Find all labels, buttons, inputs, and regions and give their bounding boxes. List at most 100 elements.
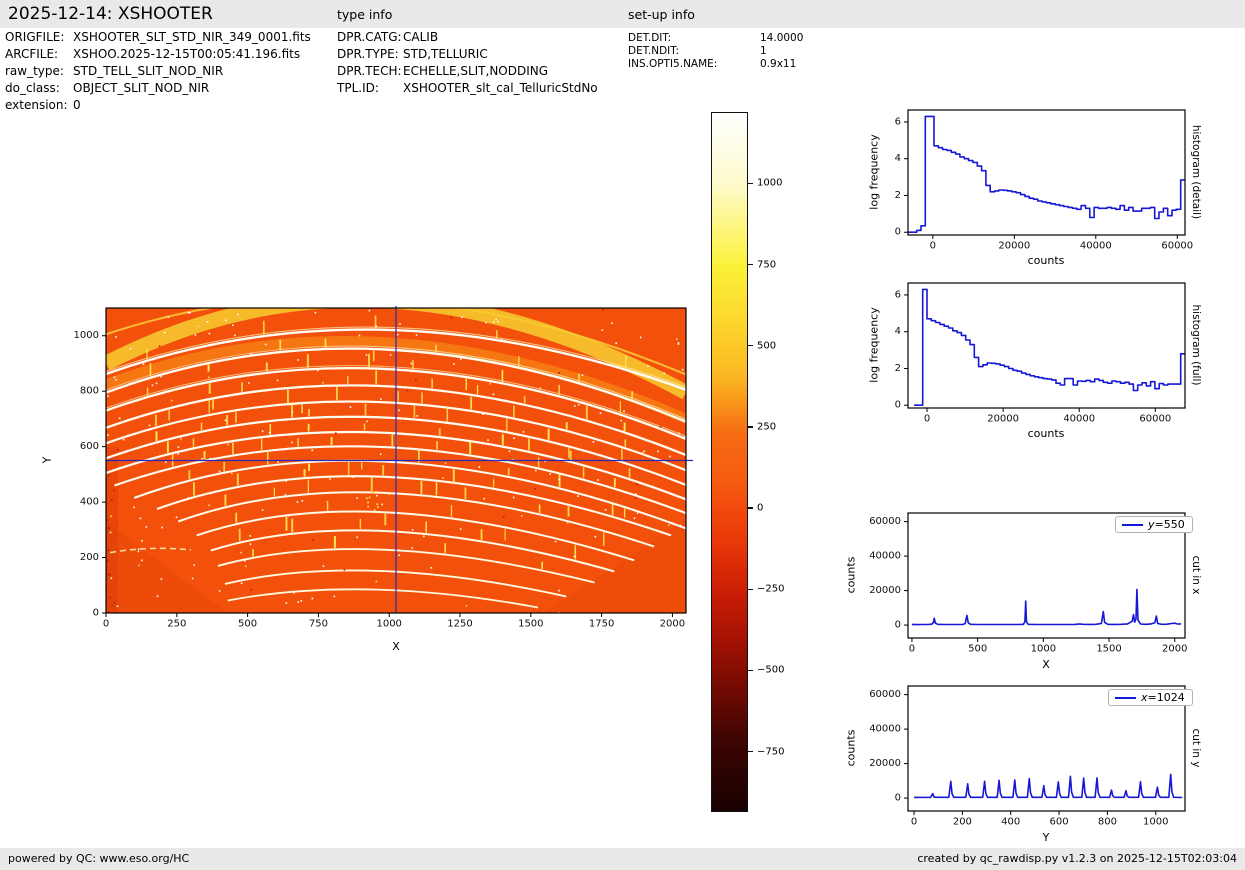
field-label: ORIGFILE: (5, 30, 65, 44)
field-value: 1 (760, 45, 767, 57)
field-label: DPR.TYPE: (337, 47, 399, 61)
field-value: XSHOO.2025-12-15T00:05:41.196.fits (73, 47, 301, 61)
svg-text:0: 0 (93, 608, 99, 619)
setup-info-row: DET.DIT: 14.0000 (628, 32, 803, 45)
field-label: DET.DIT: (628, 32, 672, 44)
colorbar-tick (748, 263, 753, 266)
histogram-full-plot: 0 20000 40000 60000 0 2 4 6 (895, 282, 1186, 424)
svg-text:1750: 1750 (589, 618, 614, 629)
svg-text:600: 600 (1050, 816, 1069, 827)
legend-label: y=550 (1148, 518, 1185, 531)
type-info-column: DPR.CATG:CALIB DPR.TYPE: STD,TELLURIC DPR… (337, 29, 598, 97)
field-value: 0.9x11 (760, 58, 797, 70)
hist-full-right-label: histogram (full) (1190, 304, 1202, 386)
colorbar (711, 112, 748, 812)
colorbar-tick-label: 1000 (757, 177, 783, 189)
svg-text:0: 0 (911, 816, 917, 827)
cut-y-x-label: Y (1042, 831, 1050, 844)
main-x-axis-label: X (392, 640, 400, 653)
type-info-row: DPR.CATG:CALIB (337, 29, 598, 46)
svg-text:6: 6 (895, 116, 901, 127)
svg-text:600: 600 (80, 441, 99, 452)
svg-text:0: 0 (895, 793, 901, 804)
svg-text:200: 200 (80, 552, 99, 563)
svg-text:40000: 40000 (869, 551, 901, 562)
svg-text:6: 6 (895, 289, 901, 300)
setup-info-column: DET.DIT: 14.0000 DET.NDIT: 1 INS.OPTI5.NAM… (628, 32, 803, 71)
setup-info-row: INS.OPTI5.NAME: 0.9x11 (628, 58, 803, 71)
field-value: ECHELLE,SLIT,NODDING (403, 64, 549, 78)
colorbar-tick (748, 345, 753, 347)
field-label: extension: (5, 98, 68, 112)
svg-text:60000: 60000 (869, 689, 901, 700)
svg-text:20000: 20000 (869, 585, 901, 596)
hist-detail-right-label: histogram (detail) (1190, 124, 1202, 220)
hist-detail-y-label: log frequency (867, 134, 881, 210)
svg-text:400: 400 (1001, 816, 1020, 827)
type-info-row: DPR.TYPE: STD,TELLURIC (337, 46, 598, 63)
legend-line-sample (1122, 523, 1143, 526)
field-value: STD,TELLURIC (403, 47, 488, 61)
svg-text:2000: 2000 (660, 618, 685, 629)
file-info-row: ORIGFILE: XSHOOTER_SLT_STD_NIR_349_0001.f… (5, 29, 311, 46)
hist-detail-x-label: counts (1027, 254, 1065, 267)
type-info-heading: type info (337, 7, 393, 22)
svg-text:1000: 1000 (1143, 816, 1168, 827)
legend-label: x=1024 (1141, 691, 1185, 704)
hist-full-y-label: log frequency (867, 307, 881, 383)
cut-x-x-label: X (1042, 658, 1050, 671)
colorbar-tick-label: 750 (757, 259, 777, 271)
svg-text:2000: 2000 (1162, 643, 1187, 654)
svg-text:60000: 60000 (1139, 413, 1171, 424)
svg-text:0: 0 (895, 620, 901, 631)
footer-right-text: created by qc_rawdisp.py v1.2.3 on 2025-… (917, 852, 1237, 865)
field-label: DET.NDIT: (628, 45, 680, 57)
svg-text:0: 0 (895, 227, 901, 238)
file-info-row: do_class: OBJECT_SLIT_NOD_NIR (5, 80, 311, 97)
footer-bar: powered by QC: www.eso.org/HC created by… (0, 848, 1245, 870)
field-label: INS.OPTI5.NAME: (628, 58, 718, 70)
svg-text:400: 400 (80, 497, 99, 508)
svg-text:20000: 20000 (987, 413, 1019, 424)
field-label: TPL.ID: (337, 81, 379, 95)
setup-info-heading: set-up info (628, 7, 695, 22)
colorbar-tick (748, 669, 753, 672)
svg-text:250: 250 (167, 618, 186, 629)
field-value: CALIB (403, 30, 439, 44)
cut-x-y-label: counts (844, 556, 858, 594)
colorbar-tick (748, 182, 753, 185)
colorbar-tick (748, 750, 753, 753)
field-label: DPR.CATG: (337, 30, 402, 44)
svg-text:40000: 40000 (869, 724, 901, 735)
cut-y-y-label: counts (844, 729, 858, 767)
colorbar-tick (748, 426, 753, 428)
field-label: DPR.TECH: (337, 64, 402, 78)
histogram-detail-plot: 0 20000 40000 60000 0 2 4 6 (895, 109, 1193, 251)
svg-text:2: 2 (895, 190, 901, 201)
svg-text:20000: 20000 (869, 758, 901, 769)
field-value: 0 (73, 98, 81, 112)
svg-text:1250: 1250 (447, 618, 472, 629)
colorbar-tick-label: −750 (757, 746, 785, 758)
cut-x-right-label: cut in x (1190, 555, 1202, 595)
svg-text:200: 200 (953, 816, 972, 827)
svg-text:1500: 1500 (518, 618, 543, 629)
colorbar-tick-label: 250 (757, 421, 777, 433)
file-info-row: extension: 0 (5, 97, 311, 114)
svg-text:40000: 40000 (1063, 413, 1095, 424)
header-bar: 2025-12-14: XSHOOTER type info set-up in… (0, 0, 1245, 28)
colorbar-tick-label: −500 (757, 664, 785, 676)
svg-text:0: 0 (909, 643, 915, 654)
file-info-column: ORIGFILE: XSHOOTER_SLT_STD_NIR_349_0001.f… (5, 29, 311, 114)
svg-text:800: 800 (1098, 816, 1117, 827)
type-info-row: TPL.ID: XSHOOTER_slt_cal_TelluricStdNo (337, 80, 598, 97)
svg-text:1000: 1000 (376, 618, 401, 629)
cut-y-legend: x=1024 (1108, 689, 1193, 706)
field-value: XSHOOTER_SLT_STD_NIR_349_0001.fits (73, 30, 311, 44)
svg-text:2: 2 (895, 363, 901, 374)
svg-text:4: 4 (895, 326, 901, 337)
svg-text:4: 4 (895, 153, 901, 164)
qc-report-page: 2025-12-14: XSHOOTER type info set-up in… (0, 0, 1245, 870)
field-label: raw_type: (5, 64, 64, 78)
svg-text:60000: 60000 (869, 516, 901, 527)
